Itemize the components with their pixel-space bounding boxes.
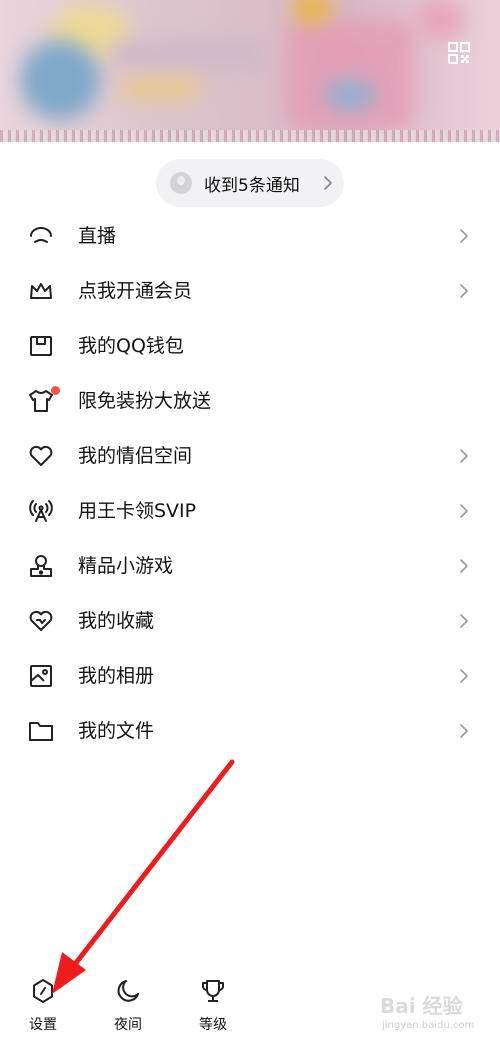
chevron-right-icon bbox=[458, 721, 470, 741]
header-decoration bbox=[285, 20, 415, 130]
trophy-icon bbox=[198, 976, 228, 1006]
notification-bell-icon bbox=[170, 172, 192, 194]
menu-item-album[interactable]: 我的相册 bbox=[0, 648, 500, 703]
signal-tower-icon bbox=[27, 497, 55, 525]
qr-code-icon[interactable] bbox=[448, 42, 470, 64]
night-mode-button[interactable]: 夜间 bbox=[98, 968, 158, 1038]
favorite-heart-icon bbox=[27, 607, 55, 635]
menu-item-live[interactable]: 直播 bbox=[0, 208, 500, 263]
heart-icon bbox=[27, 442, 55, 470]
menu-item-label: 我的相册 bbox=[78, 665, 155, 687]
level-blurred bbox=[120, 78, 200, 100]
notification-badge bbox=[51, 386, 60, 395]
crown-icon bbox=[27, 277, 55, 305]
night-mode-label: 夜间 bbox=[114, 1017, 142, 1033]
watermark-brand: Bai 经验 bbox=[380, 994, 463, 1018]
chevron-right-icon bbox=[458, 501, 470, 521]
settings-label: 设置 bbox=[29, 1017, 57, 1033]
chevron-right-icon bbox=[458, 226, 470, 246]
settings-icon bbox=[28, 976, 58, 1006]
wallet-icon bbox=[27, 332, 55, 360]
moon-icon bbox=[113, 976, 143, 1006]
header-decoration bbox=[415, 0, 465, 40]
menu-item-wangka-svip[interactable]: 用王卡领SVIP bbox=[0, 483, 500, 538]
menu-item-dressup[interactable]: 限免装扮大放送 bbox=[0, 373, 500, 428]
menu-item-wallet[interactable]: 我的QQ钱包 bbox=[0, 318, 500, 373]
level-label: 等级 bbox=[199, 1017, 227, 1033]
chevron-right-icon bbox=[322, 173, 334, 193]
menu-item-label: 限免装扮大放送 bbox=[78, 390, 212, 412]
menu-item-label: 点我开通会员 bbox=[78, 280, 193, 302]
menu-item-label: 我的QQ钱包 bbox=[78, 335, 184, 357]
header-divider bbox=[0, 130, 500, 142]
menu-item-label: 我的收藏 bbox=[78, 610, 155, 632]
menu-item-label: 用王卡领SVIP bbox=[78, 500, 197, 522]
watermark-url: jingyan.baidu.com bbox=[382, 1020, 475, 1031]
profile-header[interactable] bbox=[0, 0, 500, 142]
notification-pill[interactable]: 收到5条通知 bbox=[156, 159, 344, 207]
header-decoration bbox=[325, 80, 375, 110]
menu-item-label: 精品小游戏 bbox=[78, 555, 174, 577]
nickname-blurred bbox=[110, 42, 260, 66]
menu-item-label: 我的文件 bbox=[78, 720, 155, 742]
menu-item-label: 直播 bbox=[78, 225, 117, 247]
menu-item-mini-games[interactable]: 精品小游戏 bbox=[0, 538, 500, 593]
chevron-right-icon bbox=[458, 446, 470, 466]
live-icon bbox=[27, 222, 55, 250]
menu-item-files[interactable]: 我的文件 bbox=[0, 703, 500, 758]
menu-item-favorites[interactable]: 我的收藏 bbox=[0, 593, 500, 648]
chevron-right-icon bbox=[458, 666, 470, 686]
photo-album-icon bbox=[27, 662, 55, 690]
chevron-right-icon bbox=[458, 611, 470, 631]
chevron-right-icon bbox=[458, 556, 470, 576]
settings-button[interactable]: 设置 bbox=[13, 968, 73, 1038]
menu-item-label: 我的情侣空间 bbox=[78, 445, 193, 467]
menu-item-vip[interactable]: 点我开通会员 bbox=[0, 263, 500, 318]
notification-text: 收到5条通知 bbox=[204, 175, 300, 196]
menu-list: 直播 点我开通会员 我的QQ钱包 限免装扮大放送 我的情侣空间 用王卡领SVIP… bbox=[0, 208, 500, 758]
game-pin-icon bbox=[27, 552, 55, 580]
watermark: Bai 经验 jingyan.baidu.com bbox=[380, 990, 490, 1038]
chevron-right-icon bbox=[458, 281, 470, 301]
avatar[interactable] bbox=[20, 40, 100, 120]
level-button[interactable]: 等级 bbox=[183, 968, 243, 1038]
folder-icon bbox=[27, 717, 55, 745]
menu-item-couple-space[interactable]: 我的情侣空间 bbox=[0, 428, 500, 483]
